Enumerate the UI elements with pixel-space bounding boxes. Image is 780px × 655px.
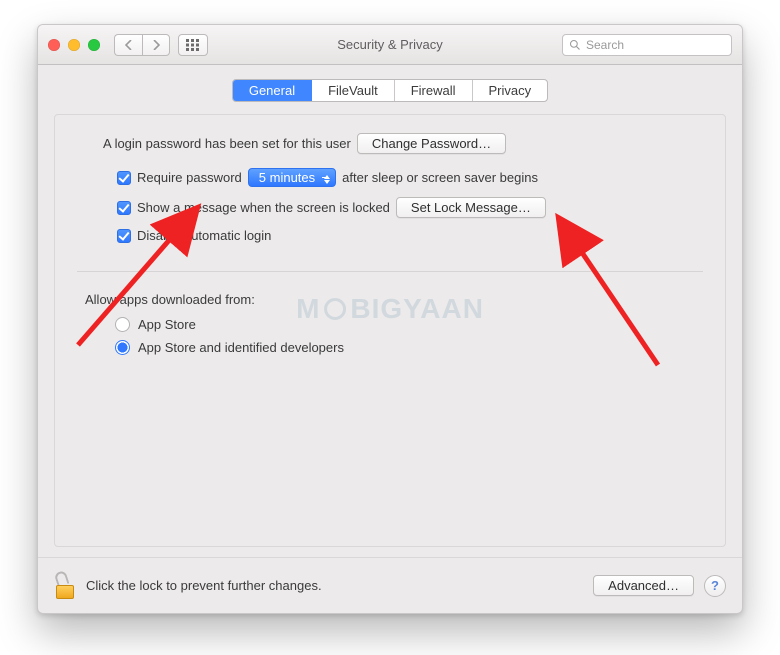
allow-identified-label: App Store and identified developers — [138, 340, 344, 355]
footer: Click the lock to prevent further change… — [38, 557, 742, 613]
tabs-row: General FileVault Firewall Privacy — [38, 65, 742, 114]
tab-general[interactable]: General — [233, 80, 312, 101]
require-password-label-pre: Require password — [137, 170, 242, 185]
require-password-checkbox[interactable] — [117, 171, 131, 185]
show-lock-message-row: Show a message when the screen is locked… — [117, 197, 699, 218]
disable-auto-login-label: Disable automatic login — [137, 228, 271, 243]
allow-apps-header: Allow apps downloaded from: — [85, 292, 699, 307]
grid-icon — [186, 39, 200, 51]
disable-auto-login-checkbox[interactable] — [117, 229, 131, 243]
allow-appstore-row: App Store — [115, 317, 699, 332]
search-input[interactable]: Search — [562, 34, 732, 56]
tab-filevault[interactable]: FileVault — [312, 80, 395, 101]
maximize-window-button[interactable] — [88, 39, 100, 51]
lock-icon[interactable] — [54, 573, 76, 599]
password-set-row: A login password has been set for this u… — [103, 133, 699, 154]
close-window-button[interactable] — [48, 39, 60, 51]
nav-back-forward — [114, 34, 170, 56]
lock-hint-label: Click the lock to prevent further change… — [86, 578, 322, 593]
tab-firewall[interactable]: Firewall — [395, 80, 473, 101]
divider — [77, 271, 703, 272]
allow-identified-radio[interactable] — [115, 340, 130, 355]
allow-appstore-radio[interactable] — [115, 317, 130, 332]
require-password-row: Require password 5 minutes after sleep o… — [117, 168, 699, 187]
minimize-window-button[interactable] — [68, 39, 80, 51]
nav-back-button[interactable] — [114, 34, 142, 56]
tabs: General FileVault Firewall Privacy — [232, 79, 548, 102]
set-lock-message-button[interactable]: Set Lock Message… — [396, 197, 546, 218]
require-password-delay-value: 5 minutes — [259, 170, 315, 185]
general-panel: A login password has been set for this u… — [54, 114, 726, 547]
search-placeholder: Search — [586, 38, 624, 52]
help-button[interactable]: ? — [704, 575, 726, 597]
titlebar: Security & Privacy Search — [38, 25, 742, 65]
show-lock-message-label: Show a message when the screen is locked — [137, 200, 390, 215]
help-icon: ? — [711, 578, 719, 593]
chevron-updown-icon — [324, 171, 330, 188]
password-set-label: A login password has been set for this u… — [103, 136, 351, 151]
allow-identified-row: App Store and identified developers — [115, 340, 699, 355]
require-password-label-post: after sleep or screen saver begins — [342, 170, 538, 185]
disable-auto-login-row: Disable automatic login — [117, 228, 699, 243]
allow-appstore-label: App Store — [138, 317, 196, 332]
security-privacy-window: Security & Privacy Search General FileVa… — [37, 24, 743, 614]
change-password-button[interactable]: Change Password… — [357, 133, 506, 154]
window-controls — [48, 39, 100, 51]
nav-forward-button[interactable] — [142, 34, 170, 56]
show-lock-message-checkbox[interactable] — [117, 201, 131, 215]
advanced-button[interactable]: Advanced… — [593, 575, 694, 596]
search-icon — [569, 39, 581, 51]
show-all-prefs-button[interactable] — [178, 34, 208, 56]
tab-privacy[interactable]: Privacy — [473, 80, 548, 101]
require-password-delay-select[interactable]: 5 minutes — [248, 168, 336, 187]
